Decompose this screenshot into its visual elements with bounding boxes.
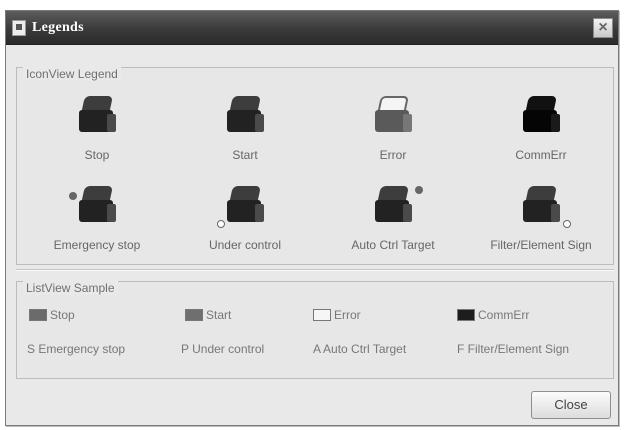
legends-dialog: Legends × IconView Legend Stop Start Err… [5,10,619,426]
list-item-label: P Under control [181,342,265,356]
legend-label: Under control [208,238,282,252]
legend-label: Error [379,148,407,162]
auto-ctrl-marker-icon [415,186,423,194]
legend-label: Emergency stop [53,238,141,252]
error-swatch-icon [313,309,331,321]
list-item-label: CommErr [478,308,530,322]
legend-label: Stop [84,148,110,162]
close-window-icon[interactable]: × [593,18,613,38]
legend-label: Auto Ctrl Target [351,238,435,252]
device-icon [521,186,561,230]
device-icon [77,96,117,140]
list-item-label: F Filter/Element Sign [457,342,570,356]
listview-sample-group: ListView Sample Stop Start Error CommErr… [16,281,614,379]
iconview-legend-group: IconView Legend Stop Start Error CommErr… [16,67,614,265]
legend-label: CommErr [515,148,567,162]
device-icon [77,186,117,230]
title-bar[interactable]: Legends × [6,11,618,45]
list-item-start: Start [185,308,231,326]
list-item-label: Error [334,308,361,322]
stop-swatch-icon [29,309,47,321]
list-item-commerr: CommErr [457,308,529,326]
list-item-filter-element-sign: F Filter/Element Sign [457,342,569,360]
list-item-label: Stop [50,308,75,322]
list-item-under-control: P Under control [181,342,264,360]
device-icon [373,186,413,230]
list-item-label: Start [206,308,232,322]
listview-sample-title: ListView Sample [23,281,118,295]
device-icon [373,96,413,140]
list-item-label: A Auto Ctrl Target [313,342,407,356]
emergency-marker-icon [69,192,77,200]
window-title: Legends [32,20,84,35]
list-item-label: S Emergency stop [27,342,126,356]
iconview-legend-title: IconView Legend [23,67,121,81]
filter-marker-icon [563,220,571,228]
close-button[interactable]: Close [531,391,611,419]
device-icon [521,96,561,140]
device-icon [225,96,265,140]
legend-label: Start [232,148,258,162]
device-icon [225,186,265,230]
divider [16,269,614,271]
commerr-swatch-icon [457,309,475,321]
list-item-auto-ctrl-target: A Auto Ctrl Target [313,342,406,360]
app-icon [12,20,26,36]
list-item-error: Error [313,308,361,326]
start-swatch-icon [185,309,203,321]
list-item-emergency-stop: S Emergency stop [27,342,125,360]
list-item-stop: Stop [29,308,75,326]
control-marker-icon [217,220,225,228]
legend-label: Filter/Element Sign [490,238,592,252]
